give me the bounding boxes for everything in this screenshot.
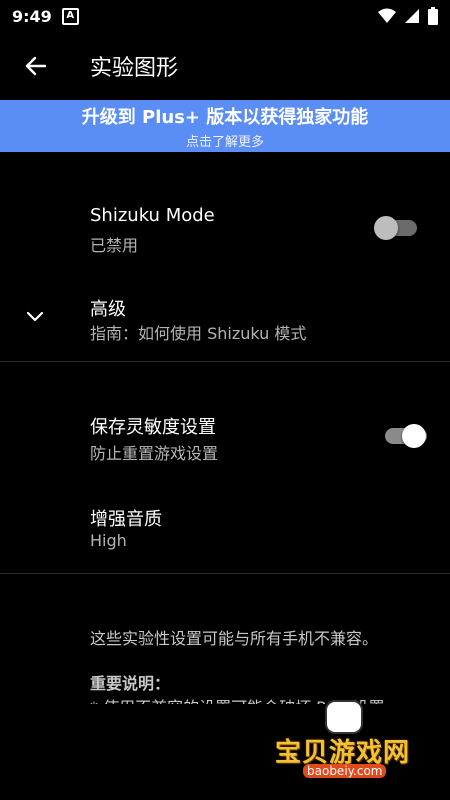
setting-summary: High: [90, 531, 127, 550]
toggle-thumb: [374, 216, 398, 240]
status-time: 9:49: [12, 6, 52, 26]
app-bar: 实验图形: [0, 32, 450, 100]
compatibility-warning: 这些实验性设置可能与所有手机不兼容。: [90, 629, 379, 648]
back-button[interactable]: [0, 32, 70, 100]
toggle-thumb: [402, 424, 426, 448]
page-title: 实验图形: [90, 56, 179, 81]
setting-title: 保存灵敏度设置: [90, 417, 216, 438]
setting-title: 高级: [90, 299, 126, 320]
setting-shizuku-mode[interactable]: Shizuku Mode 已禁用: [0, 195, 450, 275]
signal-icon: [405, 9, 419, 23]
setting-title: 增强音质: [90, 509, 162, 530]
notification-a-icon: A: [61, 7, 79, 25]
setting-summary: 防止重置游戏设置: [90, 444, 219, 463]
battery-icon: [428, 7, 438, 25]
gamepad-icon: [325, 700, 363, 734]
setting-save-sensitivity[interactable]: 保存灵敏度设置 防止重置游戏设置: [0, 403, 450, 483]
setting-title: Shizuku Mode: [90, 205, 215, 226]
chevron-down-icon: [26, 311, 44, 322]
wifi-icon: [378, 8, 396, 23]
banner-title: 升级到 Plus+ 版本以获得独家功能: [81, 107, 369, 128]
section-divider: [0, 573, 450, 574]
status-icons: [378, 7, 438, 25]
watermark-url: baobeiy.com: [303, 764, 387, 778]
setting-advanced[interactable]: 高级 指南：如何使用 Shizuku 模式: [0, 285, 450, 360]
setting-summary: 已禁用: [90, 236, 139, 255]
upgrade-banner[interactable]: 升级到 Plus+ 版本以获得独家功能 点击了解更多: [0, 100, 450, 152]
arrow-back-icon: [25, 56, 46, 76]
setting-summary: 指南：如何使用 Shizuku 模式: [90, 324, 307, 343]
setting-audio-quality[interactable]: 增强音质 High: [0, 495, 450, 570]
section-divider: [0, 361, 450, 362]
status-bar: 9:49 A: [0, 0, 450, 32]
watermark-logo: 宝贝游戏网 baobeiy.com: [275, 700, 425, 785]
banner-subtitle: 点击了解更多: [185, 135, 264, 150]
